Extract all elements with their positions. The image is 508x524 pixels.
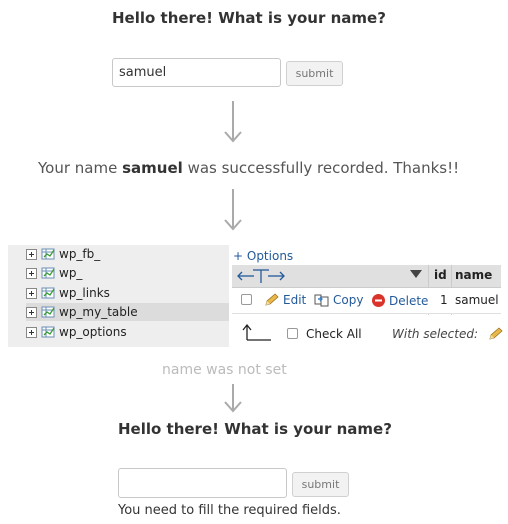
- pencil-icon[interactable]: [488, 327, 504, 341]
- down-arrow-icon: [224, 189, 242, 231]
- expand-icon[interactable]: [26, 306, 37, 318]
- delete-button[interactable]: Delete: [371, 293, 428, 308]
- expand-icon[interactable]: [26, 267, 37, 279]
- tree-item-wp-options[interactable]: wp_options: [26, 323, 127, 341]
- column-header-id[interactable]: id: [434, 268, 447, 282]
- recorded-name: samuel: [122, 159, 183, 177]
- options-link[interactable]: + Options: [233, 249, 293, 263]
- down-arrow-icon: [224, 101, 242, 143]
- expand-icon[interactable]: [26, 287, 37, 299]
- column-header-name[interactable]: name: [455, 268, 492, 282]
- submit-button[interactable]: submit: [292, 472, 349, 497]
- expand-icon[interactable]: [26, 326, 37, 338]
- delete-icon: [372, 294, 385, 307]
- tree-item-wp-my-table[interactable]: wp_my_table: [26, 303, 229, 321]
- table-icon: [41, 287, 55, 299]
- table-icon: [41, 326, 55, 338]
- with-selected-label: With selected:: [392, 327, 479, 341]
- expand-icon[interactable]: [26, 248, 37, 260]
- pencil-icon: [265, 293, 279, 306]
- sort-dropdown-icon[interactable]: [410, 270, 422, 279]
- table-icon: [41, 267, 55, 279]
- copy-icon: [314, 294, 329, 307]
- status-note: name was not set: [162, 362, 287, 378]
- tree-item-wp-fb[interactable]: wp_fb_: [26, 245, 100, 263]
- table-icon: [41, 306, 55, 318]
- row-checkbox[interactable]: [241, 294, 252, 305]
- check-all-label[interactable]: Check All: [306, 327, 362, 341]
- submit-button[interactable]: submit: [286, 61, 343, 86]
- cell-name: samuel: [455, 293, 499, 307]
- form-heading: Hello there! What is your name?: [112, 9, 386, 27]
- cell-id: 1: [440, 293, 448, 307]
- table-tree-panel: wp_fb_ wp_ wp_links wp_my_table wp_optio…: [8, 245, 229, 347]
- check-all-checkbox[interactable]: [287, 328, 298, 339]
- error-message: You need to fill the required fields.: [118, 503, 341, 518]
- column-width-arrows-icon[interactable]: [236, 267, 286, 285]
- name-input[interactable]: [118, 468, 287, 498]
- form-heading: Hello there! What is your name?: [118, 420, 392, 438]
- edit-button[interactable]: Edit: [264, 293, 306, 307]
- table-icon: [41, 248, 55, 260]
- select-arrow-icon: [242, 323, 271, 341]
- down-arrow-icon: [224, 384, 242, 413]
- copy-button[interactable]: Copy: [314, 293, 363, 307]
- tree-item-wp-links[interactable]: wp_links: [26, 284, 110, 302]
- name-input[interactable]: [112, 58, 281, 87]
- success-message: Your name samuel was successfully record…: [38, 159, 460, 177]
- tree-item-wp[interactable]: wp_: [26, 264, 82, 282]
